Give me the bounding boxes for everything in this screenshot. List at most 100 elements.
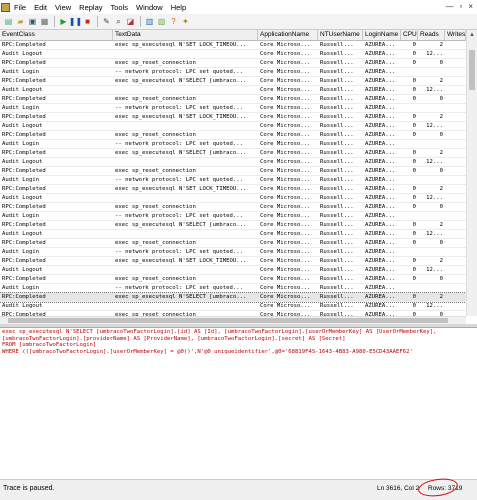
column-header[interactable]: EventClass xyxy=(0,30,113,40)
table-cell: exec sp_reset_connection xyxy=(115,132,196,138)
table-cell: -- network protocol: LPC set quoted... xyxy=(115,249,243,255)
table-row[interactable]: Audit Logout Core Microso... Russell... AZU… xyxy=(0,86,466,95)
activity-monitor-icon[interactable]: ▥ xyxy=(144,16,155,27)
table-row[interactable]: RPC:Completed exec sp_executesql N'SELECT… xyxy=(0,292,466,303)
table-row[interactable]: RPC:Completed exec sp_reset_connection Cor… xyxy=(0,239,466,248)
menu-edit[interactable]: Edit xyxy=(34,3,47,12)
tools-icon[interactable]: ✦ xyxy=(180,16,191,27)
table-cell: Audit Login xyxy=(2,213,40,219)
table-cell: Audit Logout xyxy=(2,267,43,273)
table-cell: Russell... xyxy=(320,141,354,147)
menu-view[interactable]: View xyxy=(55,3,71,12)
column-header[interactable]: CPU xyxy=(401,30,418,40)
properties-icon[interactable]: ▦ xyxy=(39,16,50,27)
help-icon[interactable]: ? xyxy=(168,16,179,27)
table-cell: Russell... xyxy=(320,96,354,102)
table-cell: Russell... xyxy=(320,132,354,138)
menu-help[interactable]: Help xyxy=(171,3,186,12)
minimize-icon[interactable]: — xyxy=(445,2,453,11)
detail-line: FROM [umbracoTwoFactorLogin] xyxy=(2,342,97,349)
column-header[interactable]: TextData xyxy=(113,30,258,40)
tuning-advisor-icon[interactable]: ▧ xyxy=(156,16,167,27)
find-icon[interactable]: ⌕ xyxy=(113,16,124,27)
save-icon[interactable]: ▣ xyxy=(27,16,38,27)
table-cell: Russell... xyxy=(320,177,354,183)
clear-icon[interactable]: ✎ xyxy=(101,16,112,27)
table-row[interactable]: Audit Logout Core Microso... Russell... AZU… xyxy=(0,230,466,239)
open-icon[interactable]: ▰ xyxy=(15,16,26,27)
table-row[interactable]: Audit Login -- network protocol: LPC set … xyxy=(0,248,466,257)
vertical-scroll-thumb[interactable] xyxy=(469,50,475,90)
table-row[interactable]: RPC:Completed exec sp_reset_connection Cor… xyxy=(0,167,466,176)
table-row[interactable]: Audit Logout Core Microso... Russell... AZU… xyxy=(0,158,466,167)
trace-grid[interactable]: EventClass TextData ApplicationName NTUserN… xyxy=(0,30,466,316)
table-cell: AZUREA... xyxy=(365,132,396,138)
table-row[interactable]: Audit Logout Core Microso... Russell... AZU… xyxy=(0,194,466,203)
table-row[interactable]: Audit Logout Core Microso... Russell... AZU… xyxy=(0,122,466,131)
table-cell: 0 xyxy=(412,87,416,93)
new-trace-icon[interactable]: ▤ xyxy=(3,16,14,27)
table-cell: Core Microso... xyxy=(260,285,311,291)
vertical-scrollbar[interactable]: ▲ xyxy=(466,30,477,316)
horizontal-scroll-thumb[interactable] xyxy=(8,318,448,323)
table-cell: Core Microso... xyxy=(260,78,311,84)
table-cell: 2 xyxy=(439,186,443,192)
column-header[interactable]: LoginName xyxy=(363,30,401,40)
table-cell: RPC:Completed xyxy=(2,186,46,192)
column-header[interactable]: Reads xyxy=(418,30,445,40)
table-row[interactable]: RPC:Completed exec sp_executesql N'SET LO… xyxy=(0,257,466,266)
table-cell: -- network protocol: LPC set quoted... xyxy=(115,69,243,75)
close-icon[interactable]: × xyxy=(468,2,473,11)
table-cell: Russell... xyxy=(320,258,354,264)
detail-line: exec sp_executesql N'SELECT [umbracoTwoF… xyxy=(2,329,437,335)
table-cell: Russell... xyxy=(320,267,354,273)
table-row[interactable]: RPC:Completed exec sp_executesql N'SELECT… xyxy=(0,221,466,230)
table-row[interactable]: RPC:Completed exec sp_executesql N'SELECT… xyxy=(0,77,466,86)
table-row[interactable]: Audit Logout Core Microso... Russell... AZU… xyxy=(0,266,466,275)
table-row[interactable]: RPC:Completed exec sp_executesql N'SELECT… xyxy=(0,149,466,158)
horizontal-scrollbar[interactable] xyxy=(0,316,466,324)
table-cell: Core Microso... xyxy=(260,240,311,246)
table-cell: 2 xyxy=(439,150,443,156)
column-header[interactable]: Writes xyxy=(445,30,466,40)
menu-replay[interactable]: Replay xyxy=(79,3,102,12)
table-row[interactable]: Audit Login -- network protocol: LPC set … xyxy=(0,104,466,113)
table-row[interactable]: RPC:Completed exec sp_reset_connection Cor… xyxy=(0,203,466,212)
table-row[interactable]: RPC:Completed exec sp_reset_connection Cor… xyxy=(0,275,466,284)
column-header[interactable]: NTUserName xyxy=(318,30,363,40)
table-row[interactable]: RPC:Completed exec sp_executesql N'SET LO… xyxy=(0,41,466,50)
table-cell xyxy=(445,77,466,86)
table-row[interactable]: Audit Login -- network protocol: LPC set … xyxy=(0,284,466,293)
table-cell: 0 xyxy=(412,78,416,84)
table-row[interactable]: Audit Logout Core Microso... Russell... AZU… xyxy=(0,302,466,311)
table-row[interactable]: Audit Login -- network protocol: LPC set … xyxy=(0,212,466,221)
table-row[interactable]: RPC:Completed exec sp_executesql N'SET LO… xyxy=(0,185,466,194)
table-cell xyxy=(401,140,418,149)
run-icon[interactable]: ▶ xyxy=(58,16,69,27)
table-cell: Audit Logout xyxy=(2,87,43,93)
stop-icon[interactable]: ■ xyxy=(82,16,93,27)
scroll-up-icon[interactable]: ▲ xyxy=(467,30,477,40)
column-header[interactable]: ApplicationName xyxy=(258,30,318,40)
table-row[interactable]: RPC:Completed exec sp_executesql N'SET LO… xyxy=(0,113,466,122)
table-cell: Russell... xyxy=(320,213,354,219)
table-row[interactable]: Audit Login -- network protocol: LPC set … xyxy=(0,140,466,149)
menu-window[interactable]: Window xyxy=(136,3,163,12)
table-row[interactable]: Audit Login -- network protocol: LPC set … xyxy=(0,68,466,77)
table-row[interactable]: RPC:Completed exec sp_reset_connection Cor… xyxy=(0,59,466,68)
table-row[interactable]: RPC:Completed exec sp_reset_connection Cor… xyxy=(0,131,466,140)
table-cell: Audit Logout xyxy=(2,195,43,201)
table-row[interactable]: RPC:Completed exec sp_reset_connection Cor… xyxy=(0,95,466,104)
eraser-icon[interactable]: ◪ xyxy=(125,16,136,27)
table-row[interactable]: Audit Logout Core Microso... Russell... AZU… xyxy=(0,50,466,59)
table-cell: Russell... xyxy=(320,249,354,255)
pause-icon[interactable]: ❚❚ xyxy=(69,16,82,27)
menu-file[interactable]: File xyxy=(14,3,26,12)
table-row[interactable]: Audit Login -- network protocol: LPC set … xyxy=(0,176,466,185)
menu-tools[interactable]: Tools xyxy=(111,3,129,12)
table-cell xyxy=(445,302,466,311)
restore-icon[interactable]: ▫ xyxy=(459,2,462,11)
textdata-detail-pane[interactable]: exec sp_executesql N'SELECT [umbracoTwoF… xyxy=(0,327,477,479)
table-cell: AZUREA... xyxy=(365,303,396,309)
table-cell: exec sp_executesql N'SET LOCK_TIMEOU... xyxy=(115,114,247,120)
